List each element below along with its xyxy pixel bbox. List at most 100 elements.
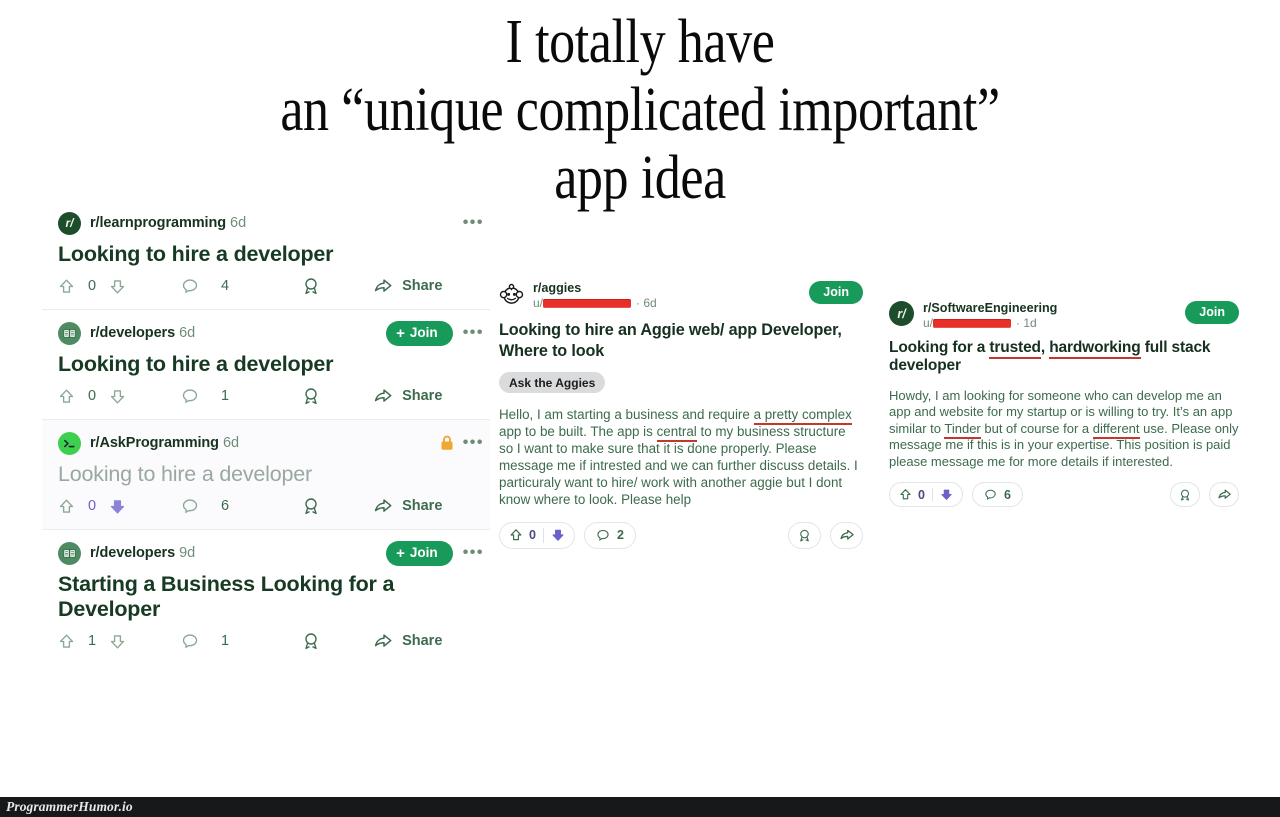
score-value: 1 [87,633,97,649]
redacted-username [933,319,1012,329]
comments-group[interactable]: 1 [181,632,229,650]
upvote-icon[interactable] [58,498,75,515]
post-body: Howdy, I am looking for someone who can … [889,388,1239,469]
post-card-aggies[interactable]: r/aggies u/ · 6d Join Looking to hire an … [499,281,863,549]
award-button[interactable] [301,276,321,296]
subreddit-name[interactable]: r/AskProgramming 6d [90,435,239,451]
post-header: r/developers 6d + Join ••• [42,318,490,348]
post-card-softwareengineering[interactable]: r/ r/SoftwareEngineering u/ · 1d Join Loo… [889,301,1239,508]
upvote-icon[interactable] [58,388,75,405]
share-button[interactable]: Share [373,276,442,296]
more-options-icon[interactable]: ••• [463,544,484,561]
award-button[interactable] [301,386,321,406]
post-row[interactable]: r/r/learnprogramming 6d ••• Looking to hir… [42,200,490,309]
spellcheck-underlined-text: a pretty complex [753,407,852,426]
downvote-icon[interactable] [109,388,126,405]
post-title[interactable]: Starting a Business Looking for a Develo… [42,568,490,624]
more-options-icon[interactable]: ••• [463,214,484,231]
downvote-icon[interactable] [109,278,126,295]
downvote-icon[interactable] [940,488,953,501]
subreddit-name[interactable]: r/learnprogramming 6d [90,215,246,231]
post-row[interactable]: r/developers 6d + Join ••• Looking to hire a… [42,309,490,419]
spellcheck-underlined-text: different [1092,420,1140,439]
award-button[interactable] [1170,482,1200,508]
award-button[interactable] [301,496,321,516]
author-row: u/ · 1d [923,316,1057,330]
upvote-icon[interactable] [58,633,75,650]
lock-icon [440,435,454,451]
score-value: 0 [918,487,925,502]
share-button[interactable] [830,521,863,549]
post-title[interactable]: Looking for a trusted, hardworking full … [889,339,1239,375]
snoo-icon [499,281,524,306]
watermark-bar: ProgrammerHumor.io [0,797,1280,817]
subreddit-name[interactable]: r/developers 9d [90,545,195,561]
vote-pill[interactable]: 0 [499,521,575,549]
award-button[interactable] [301,631,321,651]
post-flair[interactable]: Ask the Aggies [499,372,606,394]
author-row: u/ · 6d [533,296,657,310]
subreddit-name[interactable]: r/aggies [533,281,657,296]
share-button[interactable]: Share [373,631,442,651]
post-row[interactable]: r/developers 9d + Join ••• Starting a Busine… [42,529,490,664]
meme-caption: I totally have an “unique complicated im… [280,8,1000,212]
meme-image: I totally have an “unique complicated im… [0,0,1280,817]
join-button[interactable]: + Join [386,320,453,346]
comments-group[interactable]: 4 [181,277,229,295]
post-header: r/developers 9d + Join ••• [42,538,490,568]
comment-icon [181,632,199,650]
plus-icon: + [396,324,405,342]
vote-group[interactable]: 1 [58,633,126,650]
post-header: r/r/learnprogramming 6d ••• [42,208,490,238]
score-value: 0 [87,388,97,404]
spellcheck-underlined-text: Tinder [944,420,981,439]
share-button[interactable]: Share [373,496,442,516]
comments-pill[interactable]: 2 [583,521,636,549]
score-value: 0 [87,498,97,514]
post-header: r/ r/SoftwareEngineering u/ · 1d Join [889,301,1239,330]
join-button[interactable]: Join [809,281,863,304]
upvote-icon[interactable] [509,528,523,542]
comments-count: 6 [221,498,230,514]
comments-count: 4 [221,278,230,294]
downvote-icon[interactable] [109,633,126,650]
vote-pill[interactable]: 0 [889,482,963,508]
join-button[interactable]: + Join [386,540,453,566]
comment-icon [181,387,199,405]
subreddit-name[interactable]: r/SoftwareEngineering [923,301,1057,316]
upvote-icon[interactable] [899,488,912,501]
comments-pill[interactable]: 6 [971,482,1023,508]
upvote-icon[interactable] [58,278,75,295]
post-title[interactable]: Looking to hire an Aggie web/ app Develo… [499,320,863,361]
post-title[interactable]: Looking to hire a developer [42,238,490,269]
downvote-icon[interactable] [109,498,126,515]
join-button[interactable]: Join [1185,301,1239,324]
spellcheck-underlined-text: hardworking [1049,339,1141,360]
award-button[interactable] [788,521,821,549]
post-age: · 1d [1016,315,1037,330]
post-flair-wrap: Ask the Aggies [499,372,863,394]
post-actions: 0 1 Share [42,379,490,413]
share-button[interactable] [1209,482,1239,508]
post-body: Hello, I am starting a business and requ… [499,407,858,508]
downvote-icon[interactable] [551,528,565,542]
spellcheck-underlined-text: trusted [989,339,1041,360]
comments-group[interactable]: 1 [181,387,229,405]
more-options-icon[interactable]: ••• [463,324,484,341]
book-icon [58,321,81,345]
post-identity: r/SoftwareEngineering u/ · 1d [923,301,1057,330]
post-actions: 0 6 Share [42,489,490,523]
post-header: r/aggies u/ · 6d Join [499,281,863,310]
vote-group[interactable]: 0 [58,388,126,405]
more-options-icon[interactable]: ••• [463,434,484,451]
subreddit-name[interactable]: r/developers 6d [90,325,195,341]
comments-group[interactable]: 6 [181,497,229,515]
post-title[interactable]: Looking to hire a developer [42,348,490,379]
vote-group[interactable]: 0 [58,498,126,515]
post-row[interactable]: r/AskProgramming 6d ••• Looking to hire a … [42,419,490,529]
left-post-list: r/r/learnprogramming 6d ••• Looking to hir… [42,200,490,664]
plus-icon: + [396,544,405,562]
share-button[interactable]: Share [373,386,442,406]
post-title[interactable]: Looking to hire a developer [42,458,490,489]
vote-group[interactable]: 0 [58,278,126,295]
